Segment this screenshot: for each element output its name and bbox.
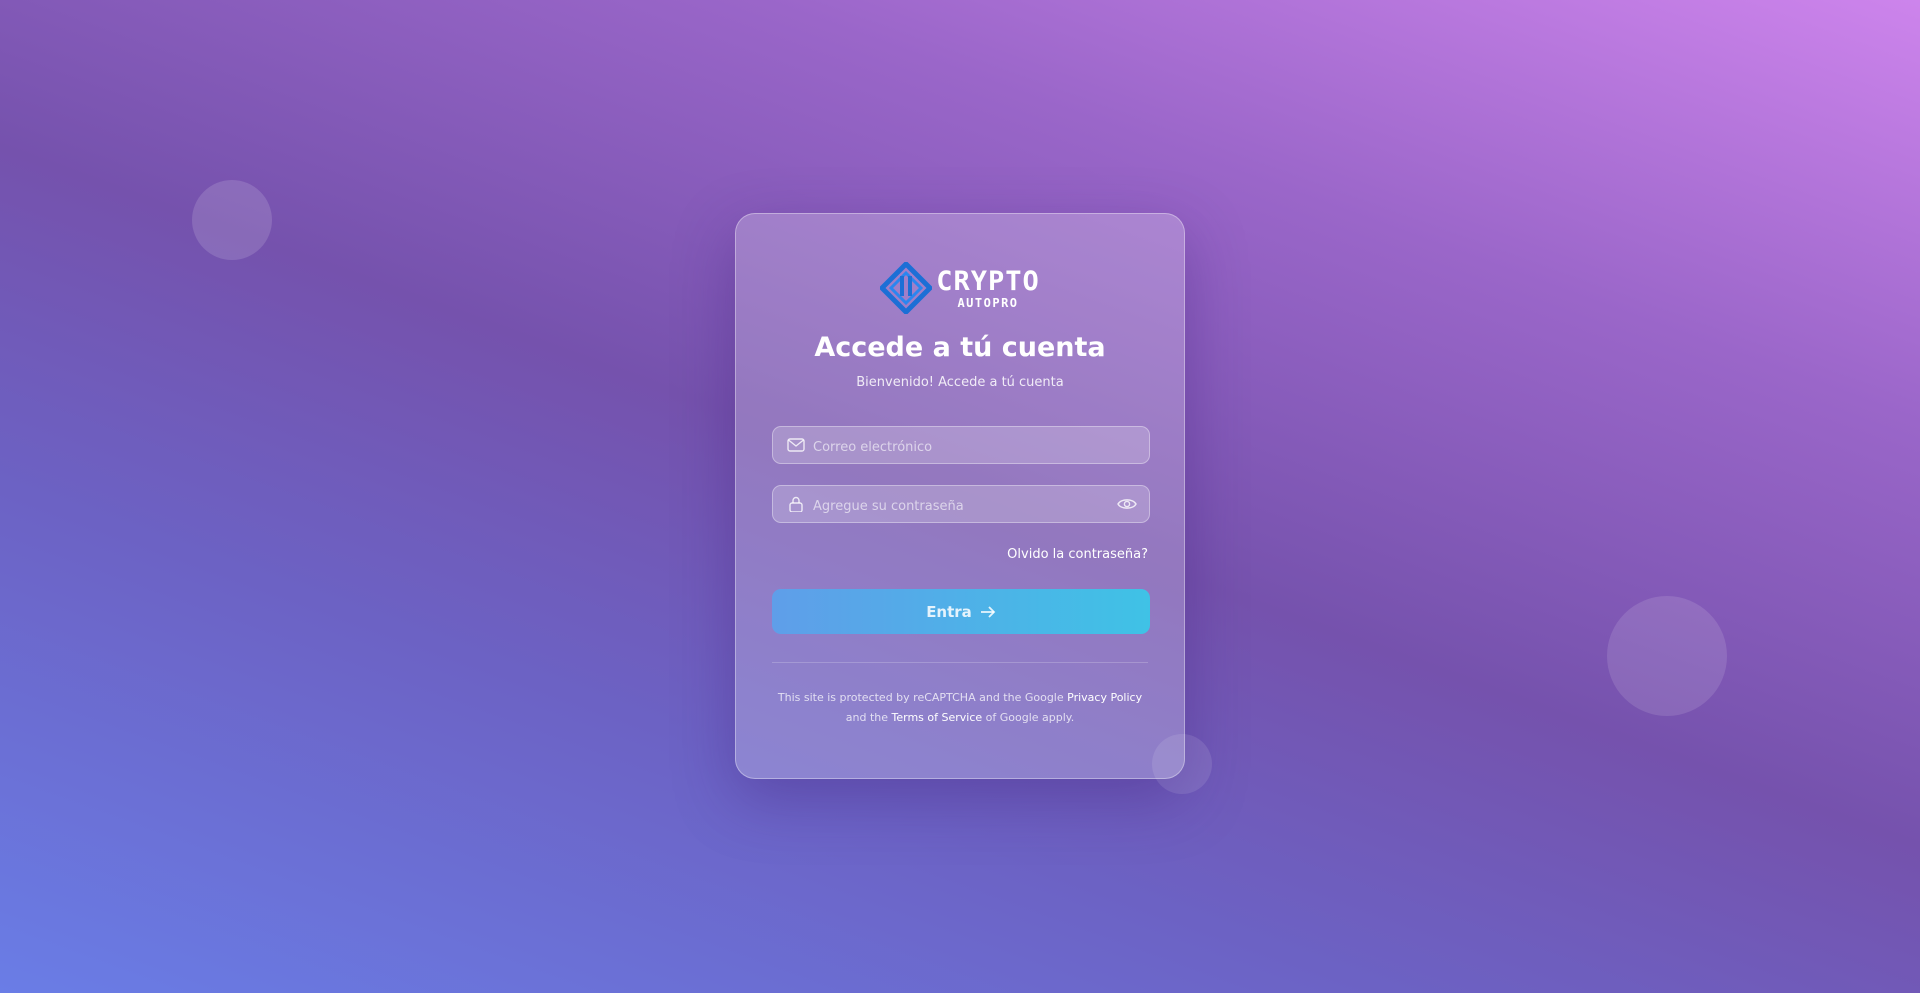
brand-name: CRYPTO [936, 265, 1040, 297]
page-title: Accede a tú cuenta [814, 332, 1106, 363]
arrow-right-icon [980, 605, 996, 618]
login-card: CRYPTO AUTOPRO Accede a tú cuenta Bienve… [735, 213, 1185, 779]
terms-of-service-link[interactable]: Terms of Service [892, 711, 983, 724]
brand-logo: CRYPTO AUTOPRO [772, 262, 1148, 314]
mail-icon [787, 438, 805, 452]
forgot-password-link[interactable]: Olvido la contraseña? [772, 547, 1148, 562]
recaptcha-notice: This site is protected by reCAPTCHA and … [772, 688, 1148, 728]
background-bubble [1152, 734, 1212, 794]
eye-icon[interactable] [1117, 496, 1137, 512]
diamond-logo-icon [880, 262, 933, 314]
submit-button[interactable]: Entra [772, 589, 1150, 634]
divider [772, 662, 1148, 663]
password-field[interactable] [772, 485, 1150, 523]
privacy-policy-link[interactable]: Privacy Policy [1067, 691, 1142, 704]
background-bubble [1607, 596, 1727, 716]
email-input[interactable] [813, 437, 1103, 457]
recaptcha-text: This site is protected by reCAPTCHA and … [777, 691, 1068, 704]
email-field[interactable] [772, 426, 1150, 464]
lock-icon [789, 496, 803, 512]
recaptcha-text: and the [845, 711, 892, 724]
submit-button-label: Entra [926, 602, 972, 621]
recaptcha-text: of Google apply. [982, 711, 1075, 724]
password-input[interactable] [813, 496, 1103, 516]
brand-wordmark: CRYPTO AUTOPRO [936, 268, 1040, 309]
brand-tagline: AUTOPRO [957, 295, 1019, 310]
page-subtitle: Bienvenido! Accede a tú cuenta [856, 375, 1064, 390]
background-bubble [192, 180, 272, 260]
